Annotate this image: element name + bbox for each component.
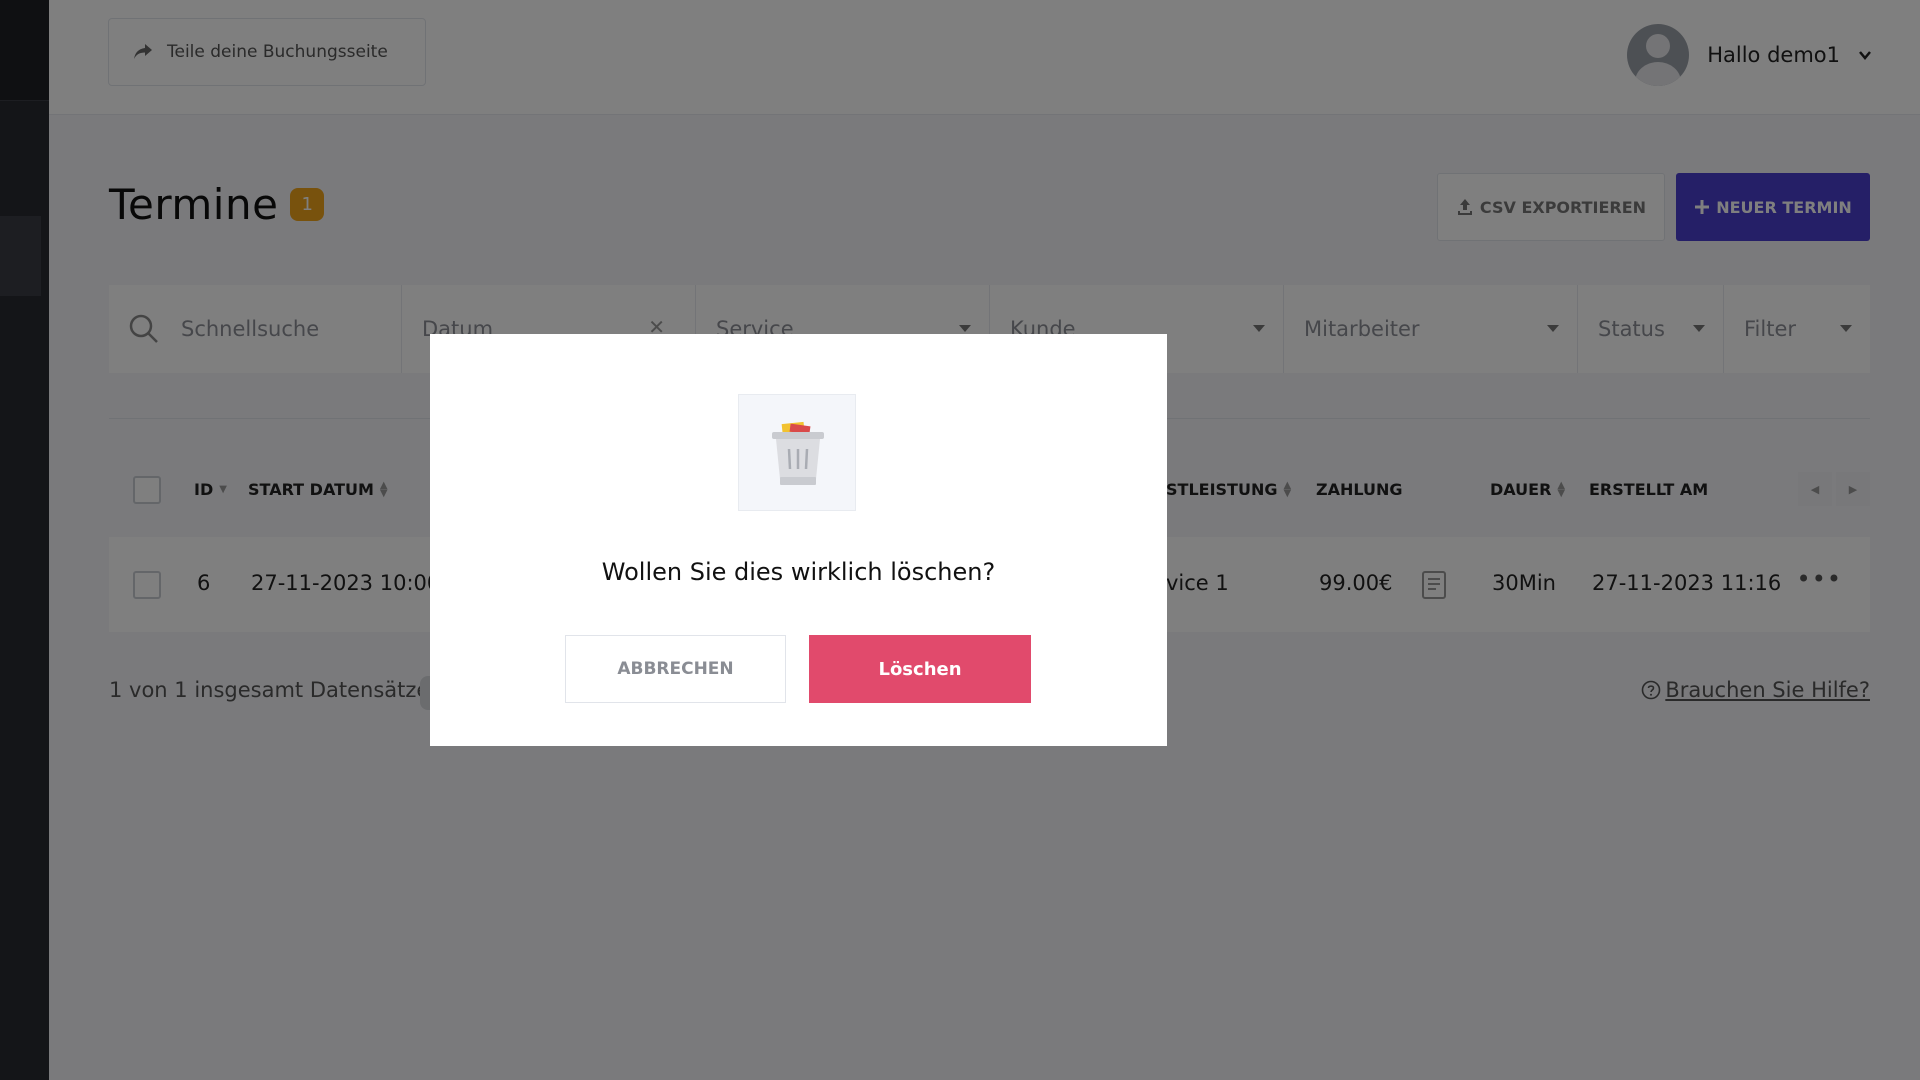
delete-confirm-modal: Wollen Sie dies wirklich löschen? ABBREC… <box>430 334 1167 746</box>
confirm-question: Wollen Sie dies wirklich löschen? <box>601 558 996 586</box>
trash-icon <box>772 421 824 485</box>
cancel-button[interactable]: ABBRECHEN <box>565 635 786 703</box>
delete-button[interactable]: Löschen <box>809 635 1031 703</box>
trash-illustration <box>738 394 856 511</box>
